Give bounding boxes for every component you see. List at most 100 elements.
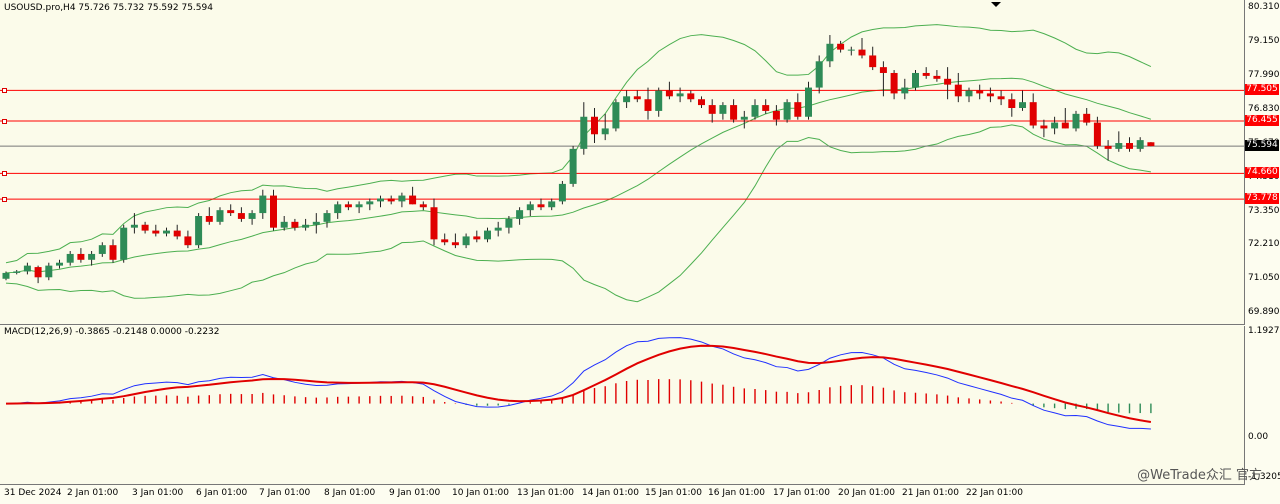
chart-shift-arrow-icon[interactable] xyxy=(991,2,1001,7)
candle xyxy=(98,242,106,257)
candle xyxy=(869,46,877,71)
candle xyxy=(344,201,352,211)
candle xyxy=(120,224,128,263)
candle xyxy=(419,201,427,211)
date-tick-label: 6 Jan 01:00 xyxy=(196,488,248,498)
candle xyxy=(997,90,1005,106)
candle xyxy=(644,87,652,120)
date-tick-label: 3 Jan 01:00 xyxy=(132,488,184,498)
level-tag: 73.778 xyxy=(1245,193,1279,205)
candle xyxy=(537,198,545,211)
candle xyxy=(237,207,245,222)
candle xyxy=(1029,93,1037,129)
candle xyxy=(805,81,812,120)
date-tick-label: 16 Jan 01:00 xyxy=(708,488,765,498)
candle xyxy=(462,233,470,249)
candle xyxy=(355,201,363,214)
candle xyxy=(826,35,834,68)
candle xyxy=(954,72,962,103)
price-tick-label: 76.830 xyxy=(1248,104,1280,115)
candle xyxy=(976,84,984,100)
macd-tick-label: 0.00 xyxy=(1248,432,1269,442)
candle xyxy=(494,221,502,237)
candle xyxy=(794,93,802,120)
candle xyxy=(558,180,566,205)
candle xyxy=(109,239,117,263)
candle xyxy=(516,207,524,225)
candle xyxy=(633,90,641,103)
date-tick-label: 7 Jan 01:00 xyxy=(259,488,311,498)
date-tick-label: 21 Jan 01:00 xyxy=(902,488,959,498)
candle xyxy=(387,195,395,205)
macd-tick-label: 1.1927 xyxy=(1248,326,1280,336)
date-tick-label: 22 Jan 01:00 xyxy=(966,488,1023,498)
price-chart-pane[interactable] xyxy=(0,0,1245,325)
candle xyxy=(965,87,973,103)
candle xyxy=(612,99,620,132)
candle xyxy=(1051,116,1059,135)
candle xyxy=(88,251,96,266)
candle xyxy=(548,198,556,211)
symbol-header: USOUSD.pro,H4 75.726 75.732 75.592 75.59… xyxy=(4,3,213,13)
candle xyxy=(1083,108,1091,126)
level-marker-icon[interactable] xyxy=(2,171,7,177)
candle xyxy=(740,110,748,129)
candle xyxy=(473,230,481,243)
level-marker-icon[interactable] xyxy=(2,88,7,94)
bb-lower-band xyxy=(5,124,1151,303)
candle xyxy=(708,99,716,123)
candle xyxy=(56,259,63,269)
date-tick-label: 9 Jan 01:00 xyxy=(389,488,441,498)
candle xyxy=(184,230,192,249)
candle xyxy=(783,99,791,123)
candle xyxy=(1072,110,1080,132)
level-tag: 76.455 xyxy=(1245,114,1279,126)
candle xyxy=(66,251,74,266)
candle xyxy=(130,213,138,234)
candle xyxy=(944,67,952,100)
candle xyxy=(398,192,406,208)
candle xyxy=(815,55,823,94)
candle xyxy=(1093,116,1101,149)
macd-header: MACD(12,26,9) -0.3865 -0.2148 0.0000 -0.… xyxy=(4,327,220,337)
candle xyxy=(205,207,213,225)
candle xyxy=(890,70,898,100)
candle xyxy=(173,224,181,240)
level-tag: 77.505 xyxy=(1245,84,1279,96)
current-price-tag: 75.594 xyxy=(1245,140,1279,152)
candle xyxy=(291,218,299,231)
candle xyxy=(762,99,770,114)
candlestick-chart[interactable] xyxy=(0,0,1244,324)
candle xyxy=(13,270,21,275)
candle xyxy=(216,207,224,225)
candle xyxy=(312,213,320,234)
level-marker-icon[interactable] xyxy=(2,118,7,124)
candle xyxy=(601,113,609,141)
candle xyxy=(430,198,438,246)
candle xyxy=(922,67,930,79)
candle xyxy=(1126,137,1133,152)
date-tick-label: 8 Jan 01:00 xyxy=(324,488,376,498)
candle xyxy=(45,262,53,281)
candle xyxy=(323,210,331,228)
candle xyxy=(280,216,288,231)
macd-chart[interactable] xyxy=(0,326,1244,484)
candle xyxy=(772,105,780,126)
candle xyxy=(302,218,310,231)
price-tick-label: 79.150 xyxy=(1248,36,1280,47)
candle xyxy=(451,233,459,249)
candle xyxy=(879,61,887,97)
macd-indicator-pane[interactable] xyxy=(0,326,1245,485)
level-tag: 74.660 xyxy=(1245,167,1279,179)
candle xyxy=(141,221,149,234)
level-marker-icon[interactable] xyxy=(2,197,7,203)
bb-middle-band xyxy=(5,77,1152,274)
candle xyxy=(591,108,598,144)
candle xyxy=(730,99,738,123)
candle xyxy=(847,46,855,56)
candle xyxy=(526,201,534,216)
price-tick-label: 73.350 xyxy=(1248,205,1280,216)
date-tick-label: 31 Dec 2024 xyxy=(4,488,62,498)
candle xyxy=(1104,140,1112,161)
candle xyxy=(1040,119,1048,138)
